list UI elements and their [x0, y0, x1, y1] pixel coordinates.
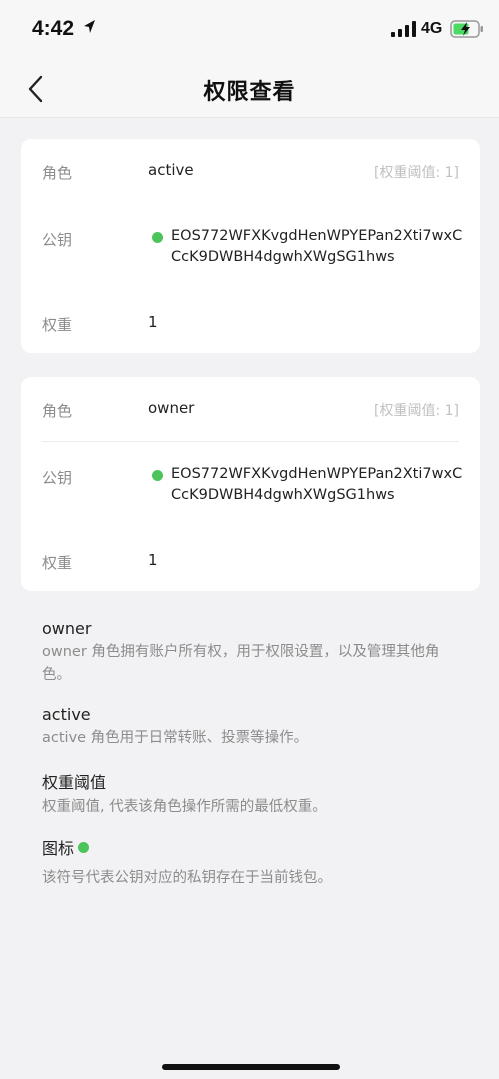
network-type: 4G	[421, 20, 443, 37]
explanation-desc: active 角色用于日常转账、投票等操作。	[42, 730, 309, 746]
battery-charging-icon	[450, 20, 483, 38]
role-label: 角色	[42, 402, 73, 420]
key-present-icon	[152, 470, 163, 481]
explanation-title: owner	[42, 619, 92, 638]
role-label: 角色	[42, 164, 73, 182]
public-key-value[interactable]: EOS772WFXKvgdHenWPYEPan2Xti7wxCCcK9DWBH4…	[171, 226, 471, 268]
explanation-icon: 图标 该符号代表公钥对应的私钥存在于当前钱包。	[42, 835, 462, 890]
threshold-value: [权重阈值: 1]	[374, 403, 459, 419]
row-divider	[42, 441, 459, 442]
explanation-active: active active 角色用于日常转账、投票等操作。	[42, 705, 462, 750]
permission-card-owner: 角色 owner [权重阈值: 1] 公钥 EOS772WFXKvgdHenWP…	[21, 377, 480, 591]
key-present-icon	[78, 842, 90, 853]
explanation-threshold: 权重阈值 权重阈值, 代表该角色操作所需的最低权重。	[42, 769, 462, 819]
weight-label: 权重	[42, 316, 73, 334]
home-indicator	[162, 1064, 340, 1070]
explanation-title: active	[42, 705, 91, 724]
public-key-label: 公钥	[42, 469, 73, 487]
role-value: active	[148, 161, 194, 179]
key-present-icon	[152, 232, 163, 243]
threshold-value: [权重阈值: 1]	[374, 165, 459, 181]
explanation-title: 图标	[42, 835, 462, 859]
weight-value: 1	[148, 551, 158, 569]
public-key-value[interactable]: EOS772WFXKvgdHenWPYEPan2Xti7wxCCcK9DWBH4…	[171, 464, 471, 506]
explanation-owner: owner owner 角色拥有账户所有权，用于权限设置，以及管理其他角色。	[42, 619, 462, 687]
explanation-title-text: 图标	[42, 839, 75, 858]
location-arrow-icon	[84, 20, 95, 33]
explanation-title: 权重阈值	[42, 773, 107, 792]
weight-value: 1	[148, 313, 158, 331]
status-time: 4:42	[32, 17, 75, 40]
explanation-desc: 权重阈值, 代表该角色操作所需的最低权重。	[42, 799, 327, 815]
signal-icon	[391, 21, 416, 37]
page-title: 权限查看	[203, 80, 296, 105]
role-value: owner	[148, 399, 195, 417]
status-bar: 4:42 4G	[0, 0, 499, 60]
public-key-label: 公钥	[42, 231, 73, 249]
weight-label: 权重	[42, 554, 73, 572]
explanation-desc: owner 角色拥有账户所有权，用于权限设置，以及管理其他角色。	[42, 644, 440, 683]
nav-bar: 权限查看	[0, 60, 499, 118]
permission-card-active: 角色 active [权重阈值: 1] 公钥 EOS772WFXKvgdHenW…	[21, 139, 480, 353]
explanation-desc: 该符号代表公钥对应的私钥存在于当前钱包。	[42, 870, 332, 886]
